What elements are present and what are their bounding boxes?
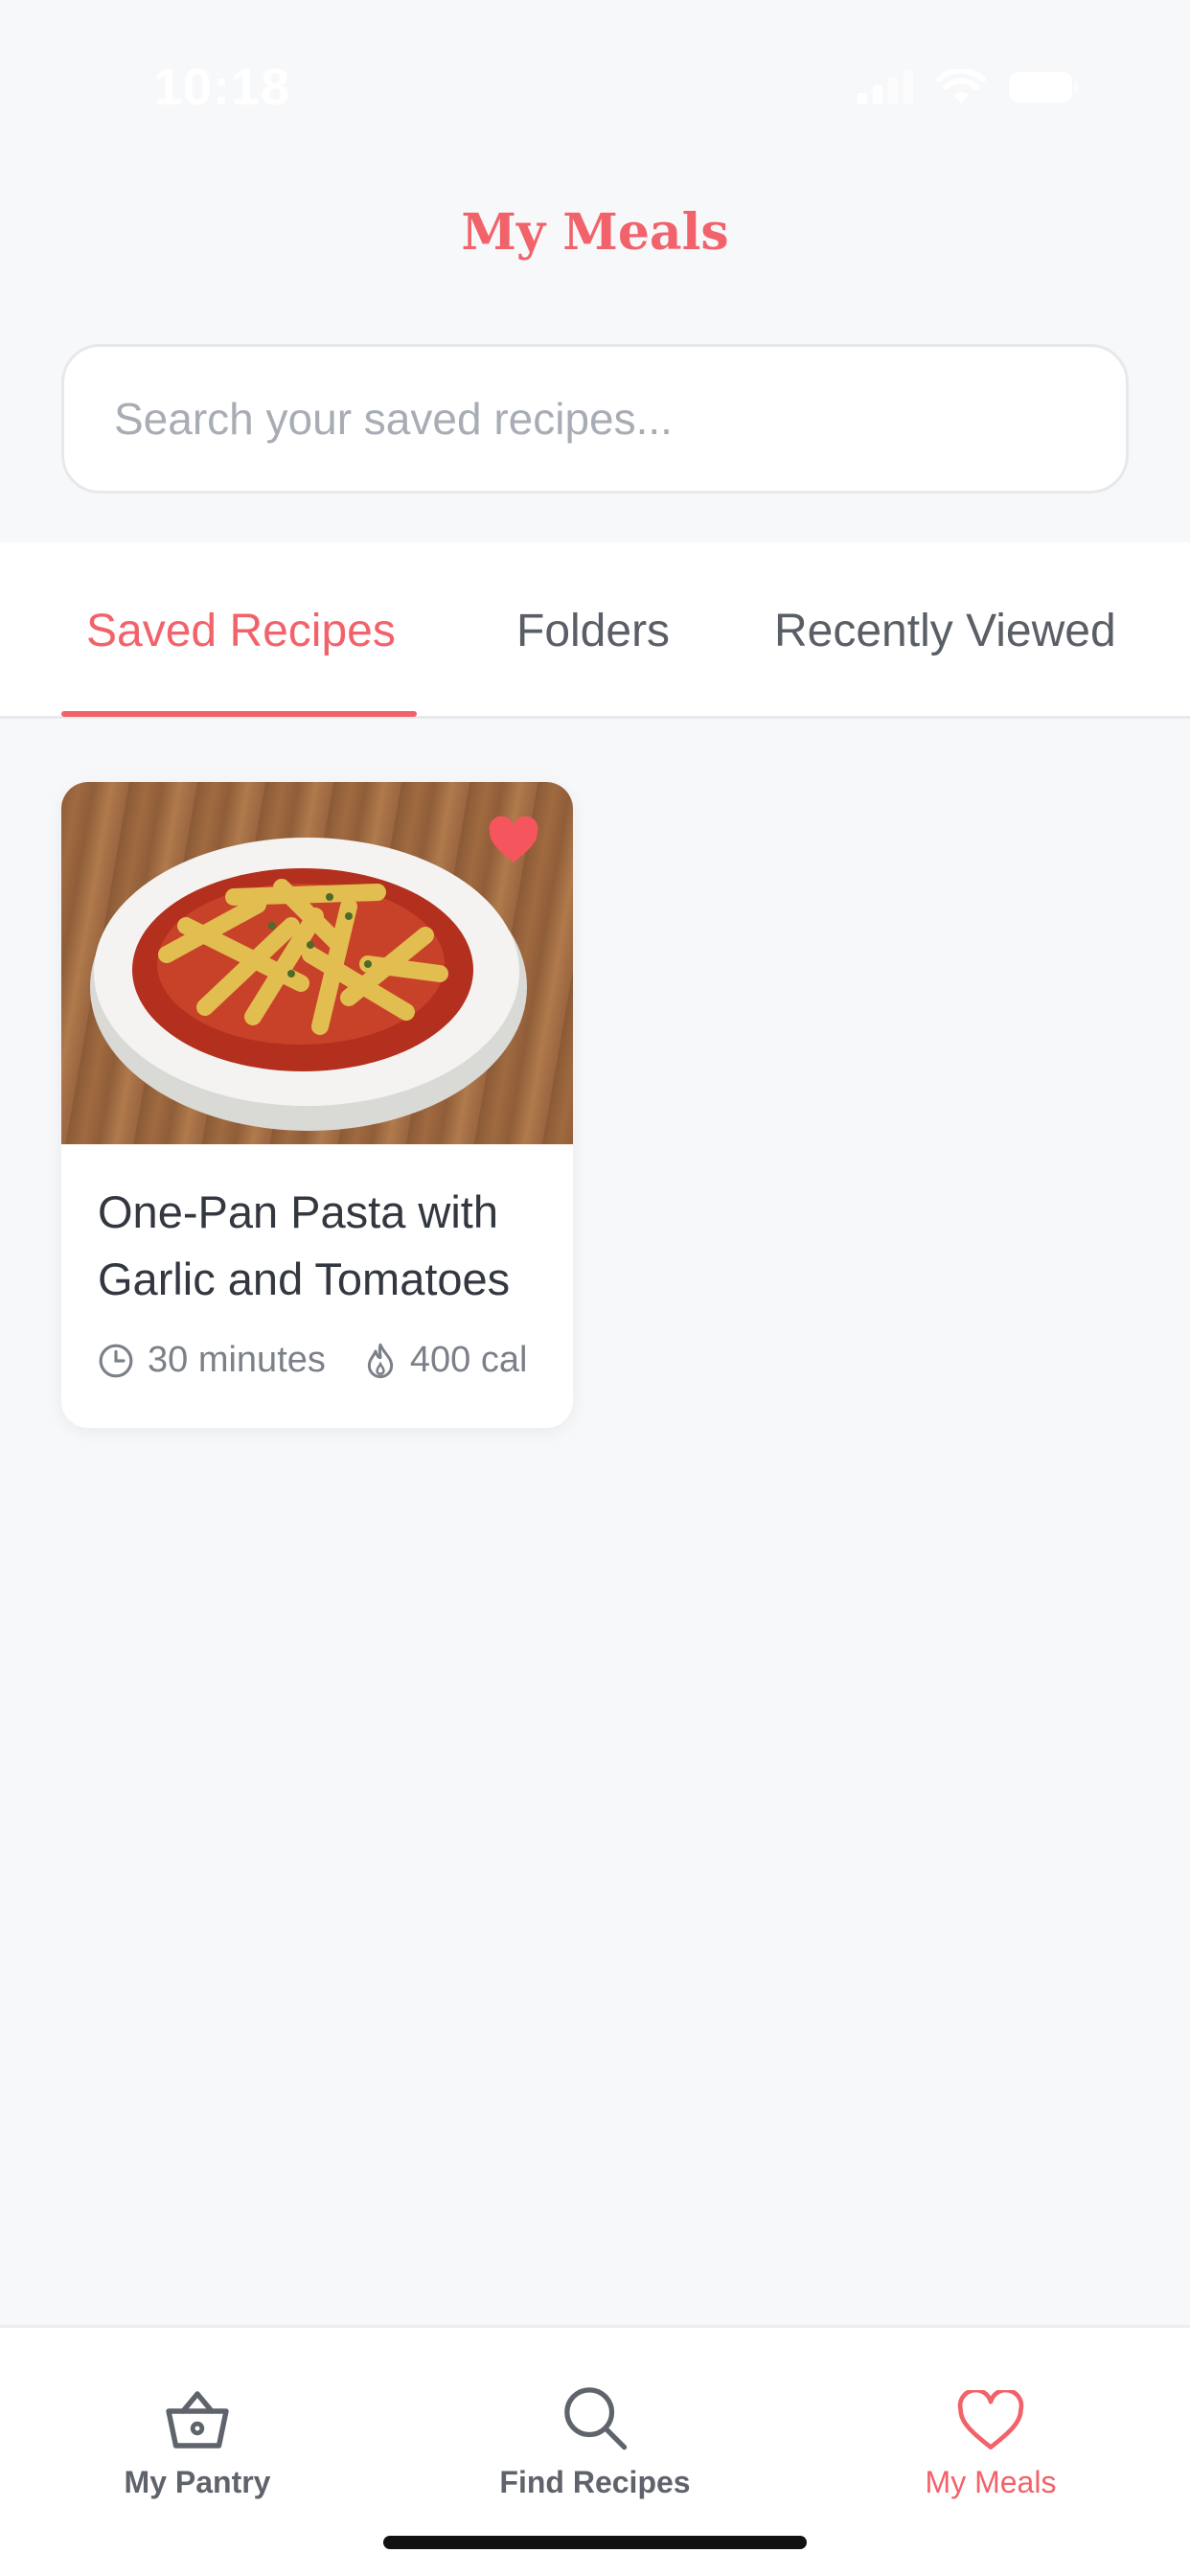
- recipe-image: [61, 782, 573, 1144]
- status-time: 10:18: [153, 58, 291, 116]
- active-tab-indicator: [61, 711, 417, 717]
- nav-my-meals[interactable]: My Meals: [847, 2328, 1134, 2500]
- tab-folders[interactable]: Folders: [516, 542, 670, 719]
- nav-label: My Meals: [925, 2465, 1057, 2499]
- search-box[interactable]: [61, 344, 1129, 494]
- heart-icon: [957, 2390, 1024, 2450]
- signal-icon: [858, 70, 913, 104]
- battery-icon: [1009, 72, 1079, 103]
- clock-icon: [99, 1344, 133, 1377]
- recipe-meta: 30 minutes 400 cal: [98, 1340, 537, 1381]
- tab-bar: Saved Recipes Folders Recently Viewed: [0, 542, 1190, 719]
- page-title: My Meals: [461, 203, 729, 262]
- tab-saved-recipes[interactable]: Saved Recipes: [86, 542, 396, 719]
- calories: 400 cal: [364, 1340, 528, 1381]
- search-input[interactable]: [114, 393, 1126, 445]
- nav-label: My Pantry: [124, 2465, 271, 2499]
- home-indicator: [383, 2536, 807, 2549]
- recipe-title: One-Pan Pasta with Garlic and Tomatoes: [98, 1179, 537, 1313]
- status-bar: 10:18: [0, 0, 1190, 172]
- recipe-title-line: One-Pan Pasta with: [98, 1186, 498, 1237]
- basket-icon: [166, 2391, 229, 2449]
- nav-label: Find Recipes: [499, 2465, 691, 2499]
- recipe-card[interactable]: One-Pan Pasta with Garlic and Tomatoes 3…: [61, 782, 573, 1428]
- tab-recently-viewed[interactable]: Recently Viewed: [774, 542, 1116, 719]
- nav-find-recipes[interactable]: Find Recipes: [451, 2328, 739, 2500]
- favorite-heart-icon[interactable]: [487, 816, 540, 864]
- recipe-title-line: Garlic and Tomatoes: [98, 1254, 511, 1304]
- recipe-body: One-Pan Pasta with Garlic and Tomatoes 3…: [61, 1144, 573, 1381]
- search-icon: [564, 2387, 628, 2450]
- wifi-icon: [936, 69, 986, 104]
- calories-value: 400 cal: [409, 1340, 528, 1380]
- cook-time: 30 minutes: [98, 1340, 326, 1381]
- nav-my-pantry[interactable]: My Pantry: [54, 2328, 341, 2500]
- status-icons: [858, 69, 1080, 105]
- cook-time-value: 30 minutes: [148, 1340, 326, 1380]
- flame-icon: [367, 1343, 394, 1378]
- screen: 10:18 My Meals Saved Recipes: [0, 0, 1190, 2576]
